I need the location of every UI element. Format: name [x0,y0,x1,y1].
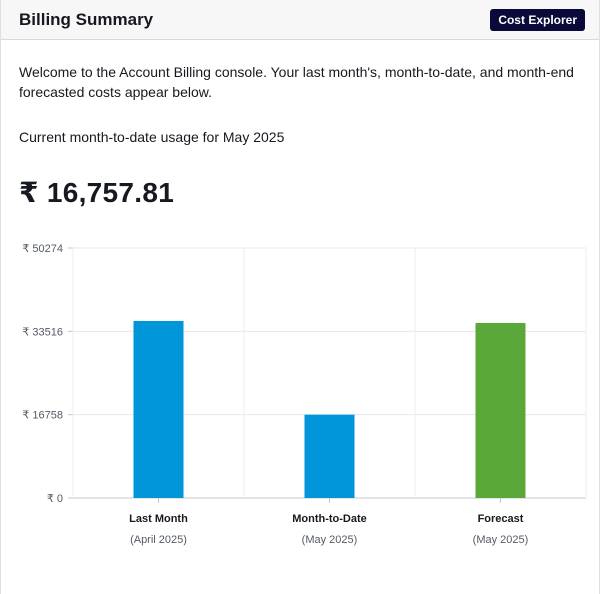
current-usage-label: Current month-to-date usage for May 2025 [19,129,285,145]
current-usage-amount: ₹ 16,757.81 [19,177,175,208]
y-tick-label: ₹ 50274 [22,243,63,255]
bar-forecast [475,322,526,498]
bar-month-to-date [304,414,355,498]
y-tick-label: ₹ 16758 [22,410,63,422]
intro-text: Welcome to the Account Billing console. … [19,64,574,100]
x-category-label: Last Month [129,513,188,525]
x-category-sublabel: (April 2025) [130,534,187,546]
panel-header: Billing Summary Cost Explorer [1,0,599,40]
bar-last-month [133,320,184,498]
x-category-sublabel: (May 2025) [473,534,529,546]
billing-summary-panel: Billing Summary Cost Explorer Welcome to… [0,0,600,594]
cost-bar-chart: ₹ 0 ₹ 16758 ₹ 33516 ₹ 50274 Last Month (April… [22,243,587,546]
x-category-sublabel: (May 2025) [302,534,358,546]
x-category-label: Forecast [478,513,524,525]
y-tick-label: ₹ 0 [47,493,63,505]
panel-title: Billing Summary [19,9,154,29]
y-tick-label: ₹ 33516 [22,326,63,338]
cost-explorer-button[interactable]: Cost Explorer [490,8,585,31]
x-category-label: Month-to-Date [292,513,367,525]
